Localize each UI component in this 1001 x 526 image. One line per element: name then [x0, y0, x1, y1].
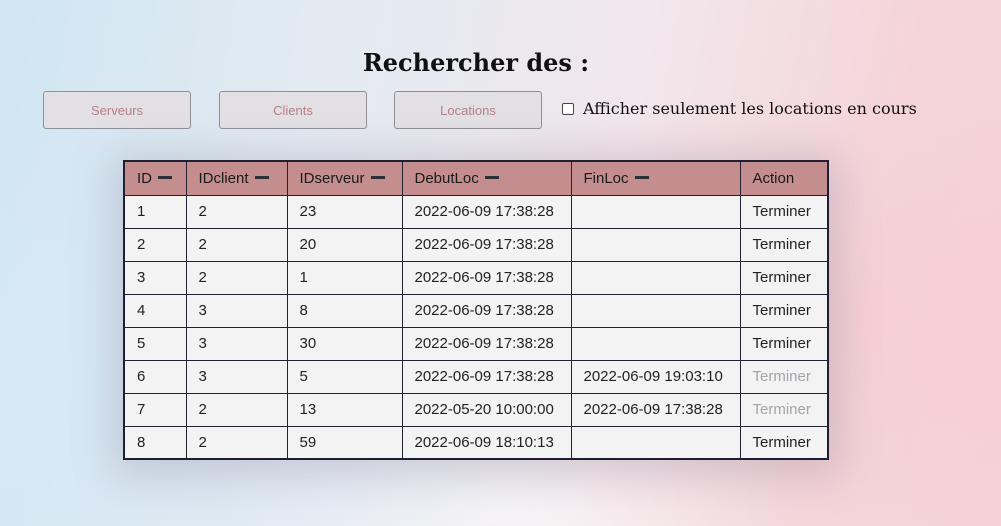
cell-idserveur: 23 [286, 194, 403, 229]
cell-idserveur: 20 [286, 227, 403, 262]
sort-icon[interactable] [254, 176, 269, 180]
terminer-action[interactable]: Terminer [739, 326, 829, 361]
terminer-action[interactable]: Terminer [739, 425, 829, 460]
cell-finloc [570, 227, 741, 262]
cell-finloc: 2022-06-09 17:38:28 [570, 392, 741, 427]
column-header-label: FinLoc [583, 169, 629, 187]
column-header-idserveur[interactable]: IDserveur [286, 160, 403, 196]
cell-idclient: 2 [185, 425, 288, 460]
cell-debutloc: 2022-05-20 10:00:00 [401, 392, 572, 427]
cell-id: 3 [123, 260, 187, 295]
cell-idserveur: 1 [286, 260, 403, 295]
terminer-action[interactable]: Terminer [739, 194, 829, 229]
locations-table: ID IDclient IDserveur DebutLoc FinLoc Ac… [123, 160, 829, 460]
table-row: 8 2 59 2022-06-09 18:10:13 Terminer [123, 425, 829, 460]
column-header-id[interactable]: ID [123, 160, 187, 196]
cell-idclient: 2 [185, 260, 288, 295]
sort-icon[interactable] [634, 176, 649, 180]
cell-debutloc: 2022-06-09 17:38:28 [401, 194, 572, 229]
cell-idclient: 3 [185, 326, 288, 361]
cell-id: 8 [123, 425, 187, 460]
cell-debutloc: 2022-06-09 17:38:28 [401, 326, 572, 361]
cell-idserveur: 8 [286, 293, 403, 328]
table-row: 2 2 20 2022-06-09 17:38:28 Terminer [123, 227, 829, 262]
active-locations-filter[interactable]: Afficher seulement les locations en cour… [562, 99, 917, 118]
cell-idclient: 2 [185, 227, 288, 262]
sort-icon[interactable] [484, 176, 499, 180]
cell-idserveur: 5 [286, 359, 403, 394]
cell-idserveur: 13 [286, 392, 403, 427]
table-row: 3 2 1 2022-06-09 17:38:28 Terminer [123, 260, 829, 295]
terminer-action[interactable]: Terminer [739, 293, 829, 328]
terminer-action[interactable]: Terminer [739, 260, 829, 295]
cell-id: 5 [123, 326, 187, 361]
column-header-label: IDserveur [299, 169, 365, 187]
cell-idclient: 2 [185, 194, 288, 229]
locations-table-container: ID IDclient IDserveur DebutLoc FinLoc Ac… [123, 160, 829, 460]
active-locations-label: Afficher seulement les locations en cour… [583, 99, 917, 118]
sort-icon[interactable] [370, 176, 385, 180]
clients-button[interactable]: Clients [219, 91, 367, 129]
column-header-debutloc[interactable]: DebutLoc [401, 160, 572, 196]
cell-debutloc: 2022-06-09 18:10:13 [401, 425, 572, 460]
cell-id: 4 [123, 293, 187, 328]
table-row: 6 3 5 2022-06-09 17:38:28 2022-06-09 19:… [123, 359, 829, 394]
page-title: Rechercher des : [362, 48, 590, 77]
cell-idclient: 2 [185, 392, 288, 427]
cell-id: 7 [123, 392, 187, 427]
terminer-action-disabled: Terminer [739, 359, 829, 394]
cell-finloc [570, 260, 741, 295]
cell-idclient: 3 [185, 359, 288, 394]
cell-finloc [570, 326, 741, 361]
table-row: 4 3 8 2022-06-09 17:38:28 Terminer [123, 293, 829, 328]
table-row: 5 3 30 2022-06-09 17:38:28 Terminer [123, 326, 829, 361]
column-header-idclient[interactable]: IDclient [185, 160, 288, 196]
column-header-label: DebutLoc [414, 169, 479, 187]
terminer-action-disabled: Terminer [739, 392, 829, 427]
cell-id: 6 [123, 359, 187, 394]
terminer-action[interactable]: Terminer [739, 227, 829, 262]
column-header-label: IDclient [198, 169, 249, 187]
cell-finloc [570, 425, 741, 460]
table-header-row: ID IDclient IDserveur DebutLoc FinLoc Ac… [123, 160, 829, 196]
locations-button[interactable]: Locations [394, 91, 542, 129]
column-header-label: ID [137, 169, 152, 187]
cell-id: 2 [123, 227, 187, 262]
cell-finloc: 2022-06-09 19:03:10 [570, 359, 741, 394]
cell-id: 1 [123, 194, 187, 229]
sort-icon[interactable] [158, 176, 172, 180]
cell-debutloc: 2022-06-09 17:38:28 [401, 359, 572, 394]
cell-idserveur: 59 [286, 425, 403, 460]
cell-idclient: 3 [185, 293, 288, 328]
column-header-action: Action [739, 160, 829, 196]
table-row: 1 2 23 2022-06-09 17:38:28 Terminer [123, 194, 829, 229]
cell-debutloc: 2022-06-09 17:38:28 [401, 260, 572, 295]
cell-debutloc: 2022-06-09 17:38:28 [401, 227, 572, 262]
cell-finloc [570, 194, 741, 229]
cell-finloc [570, 293, 741, 328]
cell-idserveur: 30 [286, 326, 403, 361]
serveurs-button[interactable]: Serveurs [43, 91, 191, 129]
active-locations-checkbox[interactable] [562, 102, 574, 115]
cell-debutloc: 2022-06-09 17:38:28 [401, 293, 572, 328]
table-row: 7 2 13 2022-05-20 10:00:00 2022-06-09 17… [123, 392, 829, 427]
column-header-finloc[interactable]: FinLoc [570, 160, 741, 196]
